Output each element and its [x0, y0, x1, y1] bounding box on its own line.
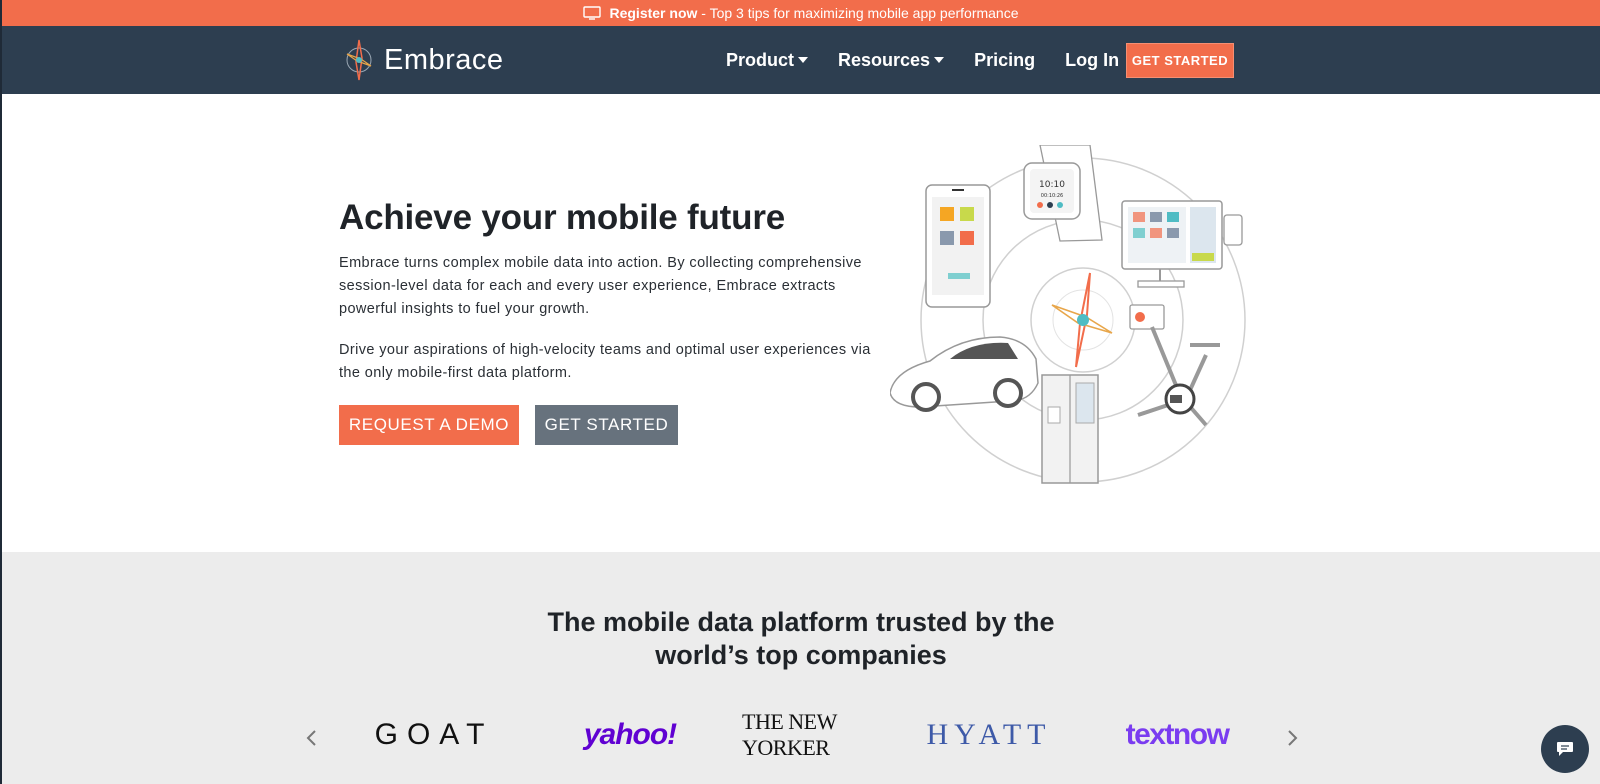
nav-resources-label: Resources	[838, 49, 931, 70]
carousel-next-chevron-icon[interactable]	[1282, 728, 1302, 748]
monitor-icon	[583, 6, 602, 20]
chat-widget-button[interactable]	[1541, 725, 1589, 773]
main-nav: Product Resources Pricing Log In	[726, 26, 1149, 94]
hero-illustration: 10:10 00:10:26	[890, 145, 1246, 484]
exercise-bike-icon	[1129, 304, 1220, 427]
pos-terminal-icon	[1121, 200, 1243, 288]
car-icon	[890, 336, 1039, 412]
refrigerator-icon	[1041, 374, 1099, 484]
hero-title: Achieve your mobile future	[339, 198, 786, 237]
watch-time: 10:10	[1039, 180, 1065, 190]
announcement-text: - Top 3 tips for maximizing mobile app p…	[697, 5, 1019, 21]
brand-logo-yahoo: yahoo!	[583, 718, 677, 751]
chat-bubble-icon	[1557, 742, 1573, 756]
carousel-prev-chevron-icon[interactable]	[302, 728, 322, 748]
embrace-logo-icon	[346, 39, 372, 81]
trusted-title-line-1: The mobile data platform trusted by the	[547, 607, 1055, 637]
page: Register now - Top 3 tips for maximizing…	[2, 0, 1600, 784]
smartwatch-icon: 10:10 00:10:26	[1023, 145, 1103, 242]
trusted-title-line-2: world’s top companies	[655, 640, 947, 670]
logo-text: Embrace	[384, 43, 504, 76]
announcement-bar[interactable]: Register now - Top 3 tips for maximizing…	[2, 0, 1600, 26]
hero-paragraph-2: Drive your aspirations of high-velocity …	[339, 342, 871, 381]
nav-product[interactable]: Product	[726, 49, 809, 71]
brand-logo-textnow: textnow	[1125, 718, 1230, 751]
brand-logo-goat: GOAT	[374, 718, 494, 751]
nav-login-label: Log In	[1065, 49, 1120, 70]
get-started-button[interactable]: GET STARTED	[535, 405, 678, 445]
caret-down-icon	[934, 57, 945, 63]
nav-product-label: Product	[726, 49, 795, 70]
nav-pricing[interactable]: Pricing	[974, 50, 1035, 71]
brand-logo-hyatt: HYATT	[926, 718, 1052, 751]
site-header: Embrace Product Resources Pricing Log In…	[2, 26, 1600, 94]
request-demo-button[interactable]: REQUEST A DEMO	[339, 405, 519, 445]
brand-logo-new-yorker: THE NEW YORKER	[742, 709, 837, 760]
watch-date: 00:10:26	[1041, 193, 1063, 199]
nav-pricing-label: Pricing	[974, 49, 1036, 70]
nav-resources[interactable]: Resources	[838, 49, 945, 71]
hero-paragraph-1: Embrace turns complex mobile data into a…	[339, 255, 862, 317]
caret-down-icon	[798, 57, 809, 63]
trusted-companies-section: The mobile data platform trusted by the …	[2, 552, 1600, 784]
phone-icon	[925, 184, 991, 308]
register-link[interactable]: Register now	[609, 5, 697, 21]
trusted-title: The mobile data platform trusted by the …	[2, 606, 1600, 672]
nav-login[interactable]: Log In	[1065, 50, 1119, 71]
logo[interactable]: Embrace	[342, 38, 504, 82]
header-get-started-button[interactable]: GET STARTED	[1126, 43, 1234, 78]
